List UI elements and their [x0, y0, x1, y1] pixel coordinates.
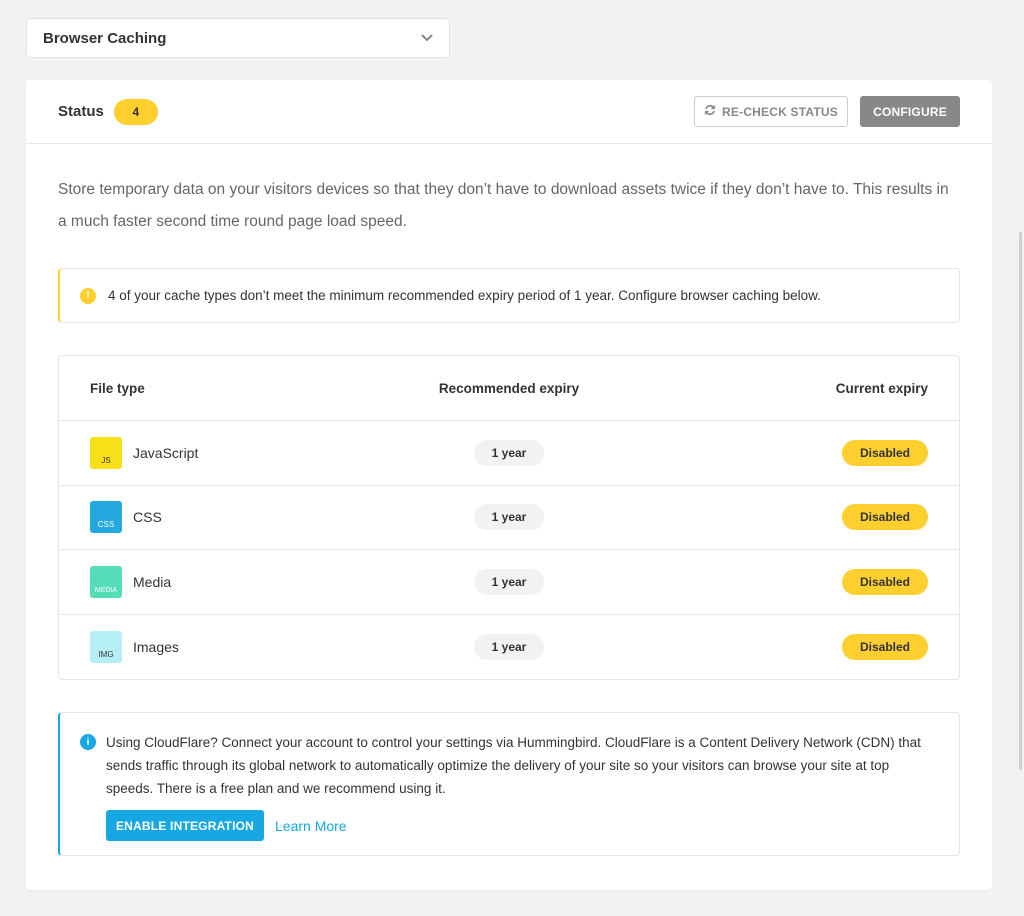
recommended-expiry-badge: 1 year — [474, 504, 544, 531]
current-expiry-badge: Disabled — [842, 439, 928, 466]
table-row: CSS CSS 1 year Disabled — [59, 486, 959, 550]
current-expiry-badge: Disabled — [842, 568, 928, 595]
file-type-name: Media — [133, 573, 172, 590]
recommended-expiry-badge: 1 year — [474, 633, 544, 660]
panel-header: Status 4 RE-CHECK STATUS CONFIGURE — [26, 80, 992, 144]
warning-text: 4 of your cache types don’t meet the min… — [108, 288, 821, 303]
section-selector-dropdown[interactable]: Browser Caching — [26, 18, 450, 58]
file-type-name: CSS — [133, 509, 162, 526]
refresh-icon — [704, 104, 716, 119]
cloudflare-notice: i Using CloudFlare? Connect your account… — [58, 712, 960, 856]
status-count-badge: 4 — [113, 98, 158, 125]
header-current-expiry: Current expiry — [835, 380, 928, 396]
header-file-type: File type — [90, 380, 145, 396]
learn-more-link[interactable]: Learn More — [275, 818, 347, 834]
media-file-icon: MEDIA — [90, 565, 122, 598]
css-file-icon: CSS — [90, 501, 122, 534]
recheck-status-label: RE-CHECK STATUS — [722, 104, 838, 119]
current-expiry-badge: Disabled — [842, 504, 928, 531]
recommended-expiry-badge: 1 year — [474, 439, 544, 466]
cloudflare-text: Using CloudFlare? Connect your account t… — [106, 735, 921, 796]
warning-notice: ! 4 of your cache types don’t meet the m… — [58, 268, 960, 323]
section-selector-label: Browser Caching — [43, 29, 167, 47]
current-expiry-badge: Disabled — [842, 633, 928, 660]
header-recommended-expiry: Recommended expiry — [438, 380, 580, 396]
info-icon: i — [80, 734, 96, 750]
table-row: JS JavaScript 1 year Disabled — [59, 421, 959, 486]
warning-icon: ! — [80, 287, 96, 304]
chevron-down-icon — [419, 30, 435, 46]
cache-types-table: File type Recommended expiry Current exp… — [58, 355, 960, 680]
recommended-expiry-badge: 1 year — [474, 568, 544, 595]
panel-body: Store temporary data on your visitors de… — [26, 144, 992, 856]
file-type-name: JavaScript — [133, 444, 199, 461]
page-scrollbar[interactable] — [1019, 232, 1022, 770]
table-header: File type Recommended expiry Current exp… — [59, 356, 959, 421]
image-file-icon: IMG — [90, 630, 122, 663]
browser-caching-panel: Status 4 RE-CHECK STATUS CONFIGURE Store… — [26, 80, 992, 890]
status-title: Status — [58, 103, 104, 120]
intro-description: Store temporary data on your visitors de… — [58, 181, 949, 230]
recheck-status-button[interactable]: RE-CHECK STATUS — [694, 96, 848, 127]
enable-integration-button[interactable]: ENABLE INTEGRATION — [106, 810, 264, 841]
file-type-name: Images — [133, 638, 179, 655]
table-row: IMG Images 1 year Disabled — [59, 615, 959, 680]
javascript-file-icon: JS — [90, 436, 122, 469]
configure-button[interactable]: CONFIGURE — [860, 96, 960, 127]
table-row: MEDIA Media 1 year Disabled — [59, 550, 959, 615]
